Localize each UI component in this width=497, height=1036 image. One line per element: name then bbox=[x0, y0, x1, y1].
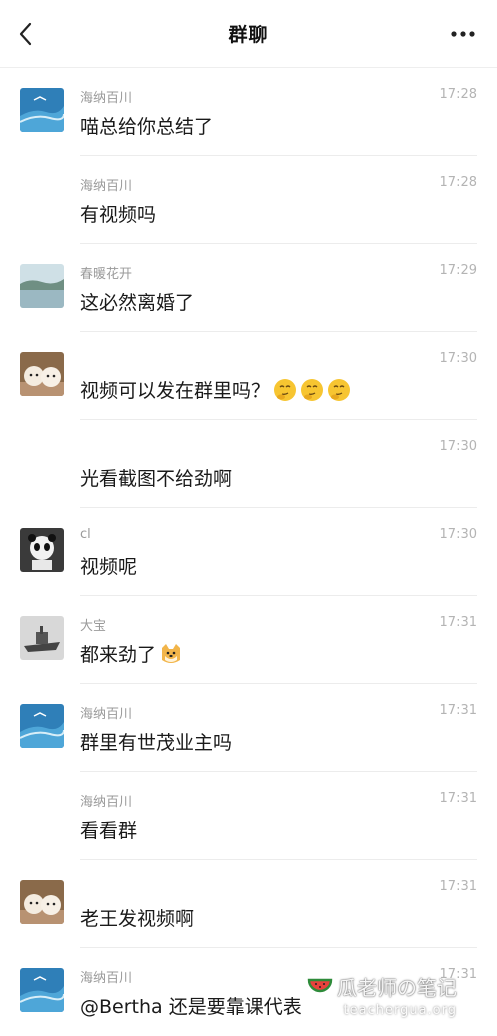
message-time: 17:30 bbox=[439, 439, 477, 454]
message-item[interactable]: 春暖花开 17:29 这必然离婚了 bbox=[0, 244, 497, 332]
avatar-ocean[interactable] bbox=[20, 704, 64, 748]
message-time: 17:31 bbox=[439, 703, 477, 718]
message-item[interactable]: 海纳百川 17:31 看看群 bbox=[0, 772, 497, 860]
sender-name: 春暖花开 bbox=[80, 267, 133, 282]
sender-name: 大宝 bbox=[80, 619, 107, 634]
message-time: 17:28 bbox=[439, 175, 477, 190]
sender-name: 海纳百川 bbox=[80, 971, 133, 986]
message-text: 看看群 bbox=[80, 816, 137, 843]
message-time: 17:31 bbox=[439, 879, 477, 894]
message-text-content: @Bertha 还是要靠课代表 bbox=[80, 996, 302, 1018]
message-text-content: 老王发视频啊 bbox=[80, 908, 195, 930]
avatar-ocean[interactable] bbox=[20, 968, 64, 1012]
message-time: 17:31 bbox=[439, 791, 477, 806]
sender-name: 海纳百川 bbox=[80, 91, 133, 106]
puppies-avatar-icon bbox=[20, 880, 64, 924]
message-text-content: 群里有世茂业主吗 bbox=[80, 732, 233, 754]
ocean-avatar-icon bbox=[20, 88, 64, 132]
message-item[interactable]: cl 17:30 视频呢 bbox=[0, 508, 497, 596]
message-item[interactable]: 海纳百川 17:28 喵总给你总结了 bbox=[0, 68, 497, 156]
thinking-face-emoji-icon bbox=[301, 378, 324, 401]
message-text-content: 这必然离婚了 bbox=[80, 292, 195, 314]
message-text: @Bertha 还是要靠课代表 bbox=[80, 992, 302, 1019]
avatar-boat[interactable] bbox=[20, 616, 64, 660]
message-text-content: 视频可以发在群里吗？ bbox=[80, 380, 271, 402]
top-bar: 群聊 bbox=[0, 0, 497, 68]
avatar-ocean[interactable] bbox=[20, 88, 64, 132]
message-time: 17:31 bbox=[439, 615, 477, 630]
avatar-puppies[interactable] bbox=[20, 352, 64, 396]
message-text: 喵总给你总结了 bbox=[80, 112, 213, 139]
thinking-face-emoji-icon bbox=[328, 378, 351, 401]
message-list: 海纳百川 17:28 喵总给你总结了 海纳百川 17:28 有视频吗 春暖花开 … bbox=[0, 68, 497, 1036]
avatar-lake[interactable] bbox=[20, 264, 64, 308]
message-text: 视频呢 bbox=[80, 552, 137, 579]
message-text: 视频可以发在群里吗？ bbox=[80, 376, 351, 403]
message-item[interactable]: 17:31 老王发视频啊 bbox=[0, 860, 497, 948]
sender-name: 海纳百川 bbox=[80, 179, 133, 194]
more-dots-icon bbox=[451, 31, 475, 37]
sender-name: 海纳百川 bbox=[80, 795, 133, 810]
puppies-avatar-icon bbox=[20, 352, 64, 396]
message-item[interactable]: 海纳百川 17:31 @Bertha 还是要靠课代表 bbox=[0, 948, 497, 1036]
message-item[interactable]: 海纳百川 17:31 群里有世茂业主吗 bbox=[0, 684, 497, 772]
lake-avatar-icon bbox=[20, 264, 64, 308]
message-text-content: 都来劲了 bbox=[80, 644, 157, 666]
avatar-puppies[interactable] bbox=[20, 880, 64, 924]
message-text: 有视频吗 bbox=[80, 200, 156, 227]
panda-avatar-icon bbox=[20, 528, 64, 572]
message-text: 光看截图不给劲啊 bbox=[80, 464, 232, 491]
message-item[interactable]: 海纳百川 17:28 有视频吗 bbox=[0, 156, 497, 244]
doge-emoji-icon bbox=[162, 643, 181, 663]
message-text: 群里有世茂业主吗 bbox=[80, 728, 232, 755]
message-text-content: 视频呢 bbox=[80, 556, 138, 578]
message-item[interactable]: 17:30 视频可以发在群里吗？ bbox=[0, 332, 497, 420]
message-item[interactable]: 17:30 光看截图不给劲啊 bbox=[0, 420, 497, 508]
message-text-content: 喵总给你总结了 bbox=[80, 116, 214, 138]
message-text: 都来劲了 bbox=[80, 640, 183, 667]
message-item[interactable]: 大宝 17:31 都来劲了 bbox=[0, 596, 497, 684]
message-text: 这必然离婚了 bbox=[80, 288, 194, 315]
more-button[interactable] bbox=[447, 20, 479, 48]
sender-name: 海纳百川 bbox=[80, 707, 133, 722]
message-time: 17:30 bbox=[439, 351, 477, 366]
page-title: 群聊 bbox=[228, 24, 269, 46]
message-time: 17:28 bbox=[439, 87, 477, 102]
message-time: 17:29 bbox=[439, 263, 477, 278]
thinking-face-emoji-icon bbox=[274, 378, 297, 401]
boat-avatar-icon bbox=[20, 616, 64, 660]
message-time: 17:31 bbox=[439, 967, 477, 982]
sender-name: cl bbox=[80, 527, 91, 542]
message-text-content: 光看截图不给劲啊 bbox=[80, 468, 233, 490]
message-text: 老王发视频啊 bbox=[80, 904, 194, 931]
message-text-content: 有视频吗 bbox=[80, 204, 157, 226]
avatar-panda[interactable] bbox=[20, 528, 64, 572]
message-time: 17:30 bbox=[439, 527, 477, 542]
ocean-avatar-icon bbox=[20, 704, 64, 748]
ocean-avatar-icon bbox=[20, 968, 64, 1012]
message-text-content: 看看群 bbox=[80, 820, 138, 842]
